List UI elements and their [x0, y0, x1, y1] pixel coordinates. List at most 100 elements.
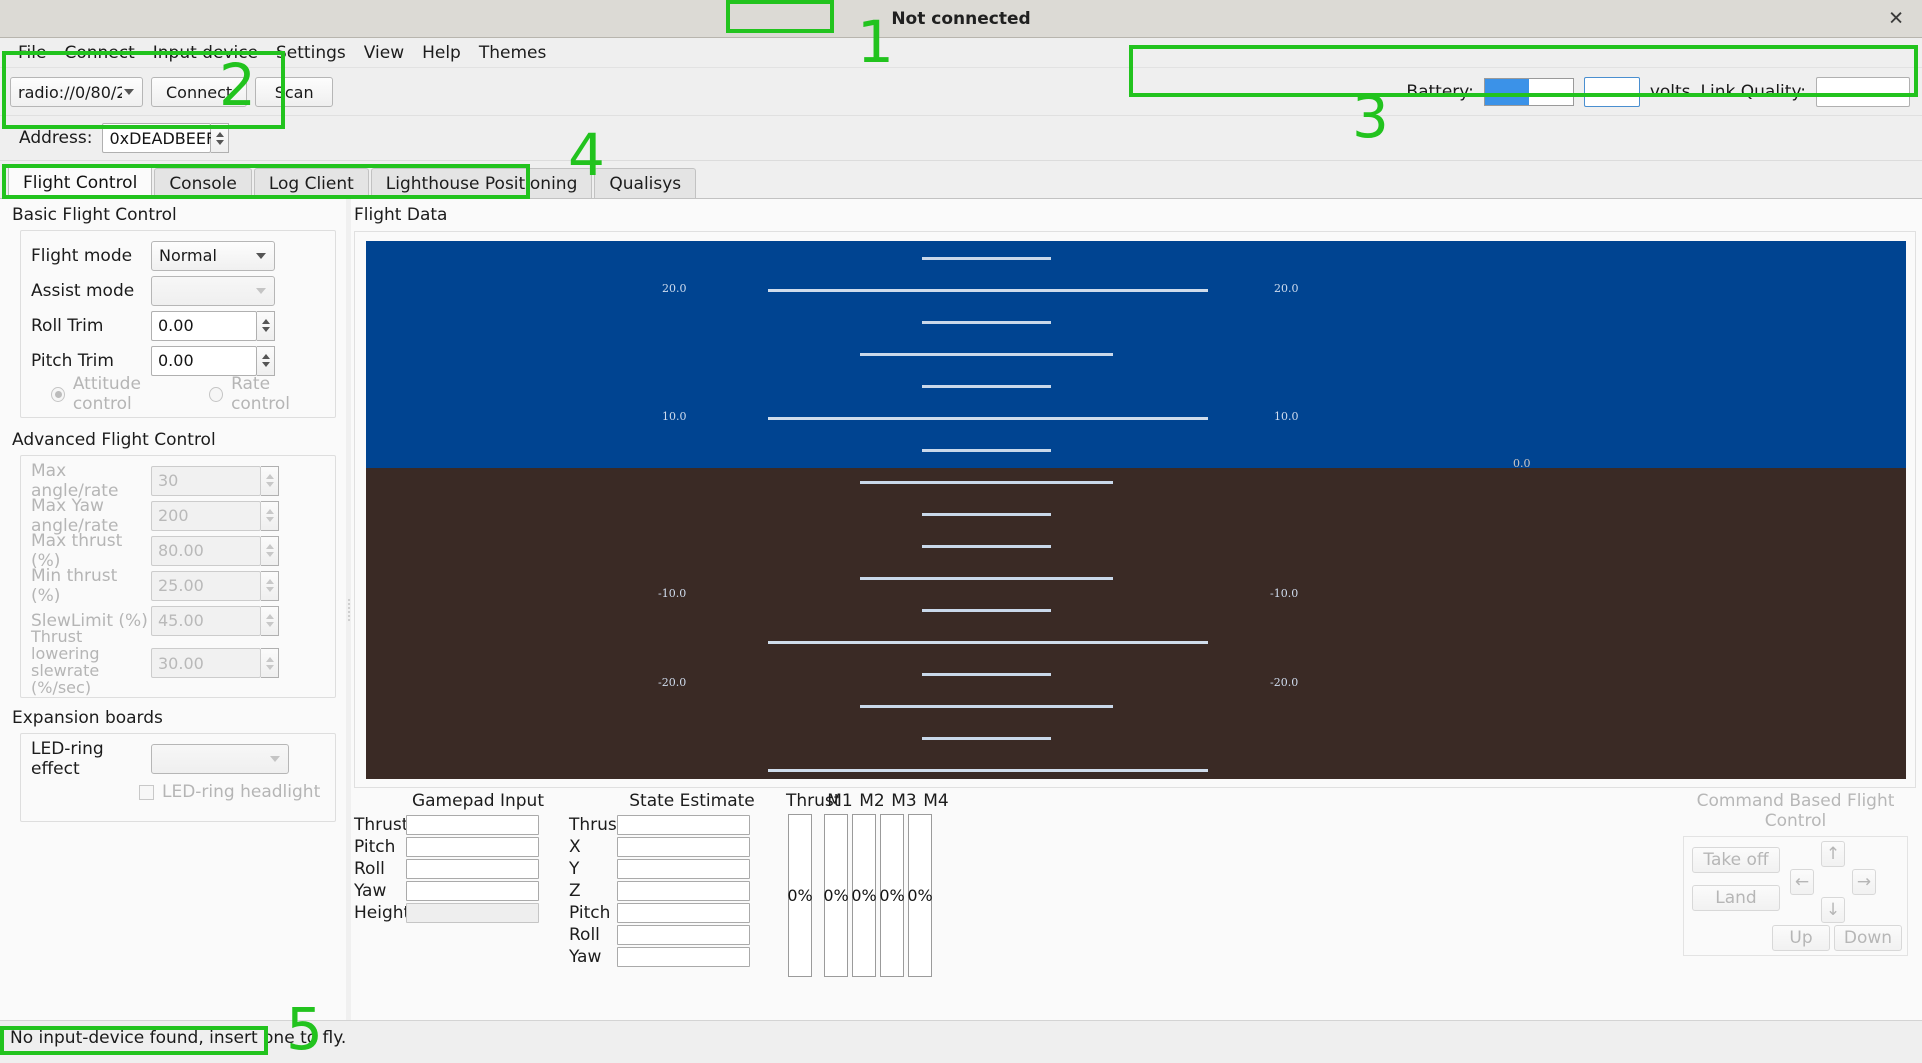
pitch-trim-stepper[interactable]: [257, 345, 275, 376]
min-thrust-input[interactable]: 25.00: [151, 570, 261, 601]
land-button[interactable]: Land: [1692, 885, 1780, 911]
max-yaw-angle-rate-input[interactable]: 200: [151, 500, 261, 531]
menu-item-input-device[interactable]: Input device: [144, 41, 267, 65]
led-ring-effect-select[interactable]: [151, 743, 289, 774]
pitch-label-left: 10.0: [662, 410, 687, 423]
gamepad-thrust-value[interactable]: [406, 815, 539, 835]
gamepad-input-section: Gamepad Input Thrust Pitch Roll Yaw Heig…: [354, 791, 554, 924]
down-button[interactable]: Down: [1834, 925, 1902, 951]
slew-limit-stepper[interactable]: [261, 605, 279, 636]
gamepad-roll-value[interactable]: [406, 859, 539, 879]
state-roll-value[interactable]: [617, 925, 750, 945]
thrust-lowering-slewrate-label: Thrust lowering slewrate (%/sec): [31, 627, 100, 697]
arrow-down-button[interactable]: ↓: [1821, 897, 1845, 923]
interface-select[interactable]: radio://0/80/2M/E: [10, 77, 143, 107]
tab-console[interactable]: Console: [154, 168, 252, 199]
forward-arrow-up-button[interactable]: ↑: [1821, 841, 1845, 867]
led-ring-headlight-checkbox[interactable]: [139, 784, 154, 800]
roll-trim-row: Roll Trim 0.00: [31, 309, 325, 342]
close-icon[interactable]: ✕: [1888, 9, 1904, 28]
state-z-label: Z: [569, 881, 581, 901]
menu-item-settings[interactable]: Settings: [267, 41, 355, 65]
battery-progress-fill: [1484, 79, 1529, 105]
pitch-ladder-line: [860, 353, 1113, 356]
roll-trim-stepper[interactable]: [257, 310, 275, 341]
state-yaw-value[interactable]: [617, 947, 750, 967]
slew-limit-input[interactable]: 45.00: [151, 605, 261, 636]
command-flight-control-title: Command Based Flight Control: [1696, 791, 1895, 831]
max-yaw-angle-rate-stepper[interactable]: [261, 500, 279, 531]
state-pitch-value[interactable]: [617, 903, 750, 923]
tab-lighthouse-positioning[interactable]: Lighthouse Positioning: [370, 168, 593, 199]
expansion-boards-title: Expansion boards: [12, 708, 163, 728]
menu-item-connect[interactable]: Connect: [55, 41, 143, 65]
state-x-value[interactable]: [617, 837, 750, 857]
thrust-lowering-slewrate-stepper[interactable]: [261, 648, 279, 678]
tab-qualisys[interactable]: Qualisys: [594, 168, 697, 199]
control-mode-radio-group: Attitude control Rate control: [31, 374, 325, 414]
battery-label: Battery:: [1406, 82, 1474, 102]
pitch-ladder-line: [922, 737, 1051, 740]
flight-data-panel: Flight Data 20.0 10.0 -10.0 -20.0 20.0 1…: [352, 199, 1922, 1021]
attitude-indicator-container: 20.0 10.0 -10.0 -20.0 20.0 10.0 -10.0 -2…: [354, 231, 1916, 788]
gauge-label-thrust: Thrust: [786, 791, 841, 811]
chevron-down-icon: [256, 287, 266, 294]
state-y-value[interactable]: [617, 859, 750, 879]
max-thrust-stepper[interactable]: [261, 535, 279, 566]
max-thrust-input[interactable]: 80.00: [151, 535, 261, 566]
up-button[interactable]: Up: [1772, 925, 1830, 951]
address-input[interactable]: 0xDEADBEEF: [102, 123, 215, 153]
connect-button[interactable]: Connect: [151, 77, 248, 107]
rate-control-radio[interactable]: [209, 386, 224, 402]
assist-mode-select[interactable]: [151, 275, 275, 306]
led-ring-effect-label: LED-ring effect: [31, 738, 104, 779]
menu-item-view[interactable]: View: [355, 41, 413, 65]
gamepad-yaw-value[interactable]: [406, 881, 539, 901]
state-y-row: Y: [569, 858, 769, 880]
pitch-ladder-line: [922, 257, 1051, 260]
attitude-indicator[interactable]: 20.0 10.0 -10.0 -20.0 20.0 10.0 -10.0 -2…: [366, 241, 1906, 779]
gamepad-height-value[interactable]: [406, 903, 539, 923]
attitude-control-radio[interactable]: [51, 386, 65, 402]
gauge-m4: 0%: [907, 814, 933, 977]
advanced-flight-control-title: Advanced Flight Control: [12, 430, 216, 450]
basic-flight-control-title: Basic Flight Control: [12, 205, 177, 225]
status-bar: No input-device found, insert one to fly…: [0, 1020, 1922, 1055]
scan-button[interactable]: Scan: [255, 77, 334, 107]
min-thrust-label: Min thrust (%): [31, 565, 118, 606]
adi-sky: [366, 241, 1906, 468]
rate-control-label: Rate control: [231, 374, 290, 414]
link-quality-input[interactable]: [1816, 77, 1910, 107]
flight-mode-select[interactable]: Normal: [151, 240, 275, 271]
interface-select-value: radio://0/80/2M/E: [18, 82, 122, 102]
menu-item-themes[interactable]: Themes: [470, 41, 556, 65]
pitch-trim-input[interactable]: 0.00: [151, 345, 257, 376]
tab-log-client[interactable]: Log Client: [253, 168, 369, 199]
menu-bar: File Connect Input device Settings View …: [0, 38, 1922, 68]
thrust-lowering-slewrate-input[interactable]: 30.00: [151, 648, 261, 678]
splitter-grip[interactable]: [348, 599, 350, 621]
led-ring-effect-row: LED-ring effect: [31, 739, 325, 779]
menu-item-help[interactable]: Help: [413, 41, 470, 65]
arrow-right-button[interactable]: →: [1852, 869, 1876, 895]
gauge-label-m3: M3: [891, 791, 917, 811]
max-thrust-label: Max thrust (%): [31, 530, 123, 571]
gamepad-pitch-value[interactable]: [406, 837, 539, 857]
state-z-value[interactable]: [617, 881, 750, 901]
roll-trim-input[interactable]: 0.00: [151, 310, 257, 341]
tab-flight-control[interactable]: Flight Control: [8, 165, 153, 199]
voltage-input[interactable]: [1583, 77, 1640, 107]
take-off-button[interactable]: Take off: [1692, 847, 1780, 873]
max-angle-rate-input[interactable]: 30: [151, 465, 261, 496]
max-angle-rate-stepper[interactable]: [261, 465, 279, 496]
address-stepper[interactable]: [211, 123, 230, 153]
min-thrust-stepper[interactable]: [261, 570, 279, 601]
state-y-label: Y: [569, 859, 580, 879]
menu-item-file[interactable]: File: [9, 41, 55, 65]
pitch-ladder-line: [860, 705, 1113, 708]
chevron-down-icon: [124, 89, 134, 95]
pitch-trim-label: Pitch Trim: [31, 350, 114, 371]
pitch-trim-row: Pitch Trim 0.00: [31, 344, 325, 377]
state-thrust-value[interactable]: [617, 815, 750, 835]
arrow-left-button[interactable]: ←: [1790, 869, 1814, 895]
